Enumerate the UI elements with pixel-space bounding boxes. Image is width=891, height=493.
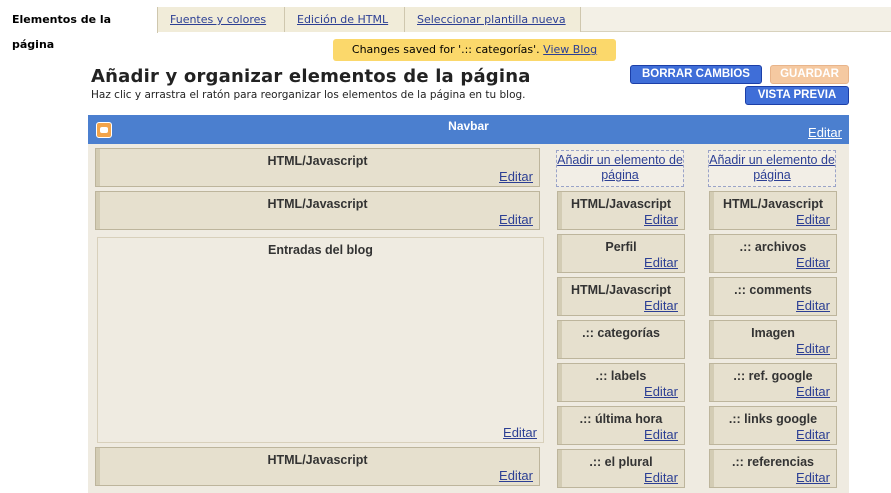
tab-fonts-colors[interactable]: Fuentes y colores: [158, 7, 285, 32]
saved-notice: Changes saved for '.:: categorías'. View…: [333, 39, 616, 61]
clear-changes-button[interactable]: BORRAR CAMBIOS: [630, 65, 762, 84]
sidebar1-widget[interactable]: .:: última hora Editar: [557, 406, 685, 445]
widget-edit-link[interactable]: Editar: [644, 255, 678, 270]
widget-edit-link[interactable]: Editar: [796, 212, 830, 227]
widget-title: HTML/Javascript: [267, 154, 368, 168]
sidebar1-widget[interactable]: Perfil Editar: [557, 234, 685, 273]
save-button[interactable]: GUARDAR: [770, 65, 849, 84]
widget-edit-link[interactable]: Editar: [503, 425, 537, 440]
main-widget-blog-posts[interactable]: Entradas del blog Editar: [97, 237, 544, 443]
widget-title: .:: referencias: [732, 455, 814, 469]
tab-edit-html[interactable]: Edición de HTML: [285, 7, 405, 32]
sidebar1-widget[interactable]: HTML/Javascript Editar: [557, 191, 685, 230]
widget-title: HTML/Javascript: [267, 453, 368, 467]
tab-bar: Elementos de la página Fuentes y colores…: [0, 7, 891, 51]
widget-title: .:: archivos: [739, 240, 807, 254]
sidebar2-widget[interactable]: .:: comments Editar: [709, 277, 837, 316]
widget-edit-link[interactable]: Editar: [644, 298, 678, 313]
sidebar2-widget[interactable]: .:: links google Editar: [709, 406, 837, 445]
widget-title: .:: comments: [734, 283, 812, 297]
sidebar1-widget[interactable]: .:: labels Editar: [557, 363, 685, 402]
sidebar1-widget[interactable]: .:: el plural Editar: [557, 449, 685, 488]
widget-title: HTML/Javascript: [722, 197, 824, 211]
widget-edit-link[interactable]: Editar: [796, 427, 830, 442]
saved-notice-text: Changes saved for '.:: categorías'.: [351, 43, 540, 56]
widget-edit-link[interactable]: Editar: [796, 470, 830, 485]
widget-edit-link[interactable]: Editar: [644, 427, 678, 442]
widget-edit-link[interactable]: Editar: [796, 384, 830, 399]
main-widget-html-2[interactable]: HTML/Javascript Editar: [95, 191, 540, 230]
widget-title: .:: links google: [728, 412, 818, 426]
tab-page-elements[interactable]: Elementos de la página: [0, 7, 158, 51]
sidebar2-widget[interactable]: .:: referencias Editar: [709, 449, 837, 488]
widget-title: .:: última hora: [579, 412, 663, 426]
sidebar2-widget[interactable]: Imagen Editar: [709, 320, 837, 359]
main-widget-html-3[interactable]: HTML/Javascript Editar: [95, 447, 540, 486]
main-widget-html-1[interactable]: HTML/Javascript Editar: [95, 148, 540, 187]
sidebar2-widget[interactable]: HTML/Javascript Editar: [709, 191, 837, 230]
navbar-edit-link[interactable]: Editar: [808, 125, 842, 140]
widget-title: HTML/Javascript: [570, 283, 672, 297]
widget-edit-link[interactable]: Editar: [796, 255, 830, 270]
widget-edit-link[interactable]: Editar: [644, 384, 678, 399]
add-page-element-sidebar-2[interactable]: Añadir un elemento de página: [708, 150, 836, 187]
navbar-title: Navbar: [448, 119, 489, 133]
sidebar2-widget[interactable]: .:: archivos Editar: [709, 234, 837, 273]
preview-button[interactable]: VISTA PREVIA: [745, 86, 849, 105]
widget-edit-link[interactable]: Editar: [796, 298, 830, 313]
page-subtitle: Haz clic y arrastra el ratón para reorga…: [91, 89, 526, 101]
widget-edit-link[interactable]: Editar: [499, 468, 533, 483]
view-blog-link[interactable]: View Blog: [543, 43, 597, 56]
widget-title: Entradas del blog: [268, 243, 373, 257]
widget-edit-link[interactable]: Editar: [644, 470, 678, 485]
widget-edit-link[interactable]: Editar: [499, 169, 533, 184]
widget-title: .:: el plural: [589, 455, 653, 469]
widget-title: Imagen: [751, 326, 795, 340]
widget-edit-link[interactable]: Editar: [796, 341, 830, 356]
widget-title: .:: categorías: [582, 326, 660, 340]
widget-edit-link[interactable]: Editar: [644, 212, 678, 227]
widget-edit-link[interactable]: Editar: [499, 212, 533, 227]
widget-title: .:: ref. google: [733, 369, 813, 383]
sidebar1-widget[interactable]: HTML/Javascript Editar: [557, 277, 685, 316]
widget-title: HTML/Javascript: [267, 197, 368, 211]
widget-title: HTML/Javascript: [570, 197, 672, 211]
sidebar2-widget[interactable]: .:: ref. google Editar: [709, 363, 837, 402]
page-title: Añadir y organizar elementos de la págin…: [91, 66, 531, 87]
widget-title: Perfil: [605, 240, 637, 254]
widget-title: .:: labels: [595, 369, 647, 383]
add-page-element-sidebar-1[interactable]: Añadir un elemento de página: [556, 150, 684, 187]
tab-select-template[interactable]: Seleccionar plantilla nueva: [405, 7, 581, 32]
sidebar1-widget[interactable]: .:: categorías: [557, 320, 685, 359]
